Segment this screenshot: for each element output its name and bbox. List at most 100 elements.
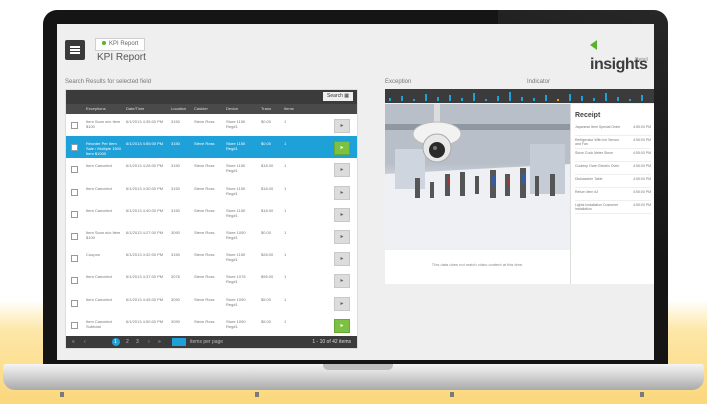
video-caption: This data does not match video content a…: [431, 262, 524, 267]
cell-datetime: 6/1/2013 4:27:00 PM: [126, 230, 164, 235]
page-title: KPI Report: [97, 52, 146, 63]
table-row[interactable]: Item Canceled 6/1/2013 4:28:00 PM 3150 Stev…: [66, 158, 357, 183]
cell-items: 1: [284, 296, 287, 302]
receipt-item: Stove Cook Meter Stove: [575, 151, 613, 155]
exception-label: Exception: [385, 79, 412, 85]
table-row[interactable]: Item Canceled 6/1/2013 4:40:00 PM 3150 Stev…: [66, 202, 357, 227]
table-row[interactable]: Item Canceled 6/1/2013 4:45:00 PM 3090 Stev…: [66, 291, 357, 316]
timeline-bar: [473, 93, 475, 101]
pager-prev-button[interactable]: ‹: [84, 338, 86, 346]
cell-amount: $5.00: [261, 296, 272, 302]
row-play-button[interactable]: ▸: [334, 119, 350, 133]
cell-cashier: Steve Ross: [194, 230, 215, 235]
timeline-bar: [497, 96, 499, 101]
cell-location: 3090: [171, 296, 180, 302]
menu-icon[interactable]: [65, 40, 85, 60]
column-header[interactable]: Items: [284, 104, 294, 114]
app-header: KPI Report KPI Report insights Retail: [57, 24, 654, 74]
row-play-button[interactable]: ▸: [334, 230, 350, 244]
row-play-button[interactable]: ▸: [334, 163, 350, 178]
cell-items: 1: [284, 163, 287, 169]
laptop-base: [3, 364, 704, 390]
timeline-bar: [461, 98, 463, 101]
receipt-title: Receipt: [575, 112, 601, 119]
table-row[interactable]: Item Canceled 6/1/2013 4:30:00 PM 3150 Stev…: [66, 180, 357, 205]
exception-timeline[interactable]: [385, 89, 654, 103]
row-play-button[interactable]: ▸: [334, 252, 350, 267]
pager-page-2[interactable]: 2: [126, 338, 129, 346]
search-button[interactable]: Search ▦: [323, 92, 353, 101]
cell-device: Store 1150 Reg#1: [226, 252, 246, 263]
cell-exception: Item Canceled: [86, 185, 112, 191]
column-header[interactable]: Date/Time: [126, 104, 144, 114]
cell-exception: Item Canceled Subtotal: [86, 318, 112, 329]
timeline-bar: [509, 92, 511, 101]
row-checkbox[interactable]: [71, 188, 78, 196]
timeline-bar: [425, 94, 427, 101]
timeline-bar: [629, 99, 631, 101]
pager-current-label[interactable]: 1: [114, 338, 117, 346]
video-player[interactable]: [385, 104, 570, 250]
table-row[interactable]: Item Scan w/o Item $100 6/1/2013 4:35:00 …: [66, 114, 357, 138]
row-checkbox[interactable]: [71, 122, 78, 129]
pager-next-button[interactable]: ›: [148, 338, 150, 346]
cell-exception: Reorder Per Item Sale / Multiple 1500 It…: [86, 141, 122, 157]
laptop-foot: [60, 392, 64, 397]
timeline-bar: [401, 96, 403, 101]
cell-amount: $95.00: [261, 274, 274, 280]
row-checkbox[interactable]: [71, 321, 78, 329]
pager-last-button[interactable]: »: [158, 338, 161, 346]
cell-device: Store 1150 Reg#1: [226, 207, 246, 218]
table-row[interactable]: Item Canceled 6/1/2013 4:37:00 PM 3076 Stev…: [66, 269, 357, 294]
timeline-bar: [545, 95, 547, 101]
pager-first-button[interactable]: «: [72, 338, 75, 346]
column-header[interactable]: Device: [226, 104, 238, 114]
row-checkbox[interactable]: [71, 210, 78, 218]
row-checkbox[interactable]: [71, 144, 78, 152]
table-row[interactable]: Item Scan w/o Item $100 6/1/2013 4:27:00 …: [66, 225, 357, 249]
cell-exception: Item Scan w/o Item $100: [86, 230, 121, 240]
column-header[interactable]: Exceptions: [86, 104, 106, 114]
row-checkbox[interactable]: [71, 277, 78, 285]
row-play-button[interactable]: ▸: [334, 141, 350, 156]
cell-items: 1: [284, 252, 287, 258]
cell-location: 3150: [171, 185, 180, 191]
breadcrumb[interactable]: KPI Report: [95, 38, 146, 51]
table-row[interactable]: Coupon 6/1/2013 4:32:00 PM 3150 Steve Ross S…: [66, 247, 357, 272]
table-row[interactable]: Reorder Per Item Sale / Multiple 1500 It…: [66, 136, 357, 161]
row-checkbox[interactable]: [71, 299, 78, 307]
timeline-bar: [641, 95, 643, 101]
receipt-time: 4:55:00 PM: [633, 138, 651, 142]
cell-location: 3150: [171, 141, 180, 147]
timeline-bar: [533, 98, 535, 101]
receipt-time: 4:55:00 PM: [633, 177, 651, 181]
column-header[interactable]: Location: [171, 104, 186, 114]
cell-amount: $18.00: [261, 207, 274, 213]
page-size-select[interactable]: [172, 338, 186, 346]
cell-amount: $5.00: [261, 318, 272, 324]
cell-amount: $18.00: [261, 185, 274, 191]
pager: « ‹ 1 2 3 › » items per page 1 - 10 of 4…: [66, 336, 357, 348]
cell-cashier: Steve Ross: [194, 274, 215, 280]
row-play-button[interactable]: ▸: [334, 318, 350, 333]
row-play-button[interactable]: ▸: [334, 185, 350, 200]
pager-page-3[interactable]: 3: [136, 338, 139, 346]
cell-items: 1: [284, 318, 287, 324]
cell-cashier: Steve Ross: [194, 141, 215, 147]
column-header[interactable]: Trans: [261, 104, 271, 114]
cell-exception: Item Canceled: [86, 274, 112, 280]
row-checkbox[interactable]: [71, 233, 78, 240]
receipt-item: Lights Installation Customer Installatio…: [575, 203, 619, 211]
timeline-bar: [581, 96, 583, 101]
row-checkbox[interactable]: [71, 166, 78, 174]
row-play-button[interactable]: ▸: [334, 274, 350, 289]
cell-exception: Coupon: [86, 252, 101, 258]
laptop-foot: [255, 392, 259, 397]
status-dot-icon: [102, 41, 106, 45]
timeline-bar: [389, 98, 391, 101]
column-header[interactable]: Cashier: [194, 104, 208, 114]
row-checkbox[interactable]: [71, 255, 78, 263]
table-row[interactable]: Item Canceled Subtotal 6/1/2013 4:50:00 P…: [66, 313, 357, 338]
row-play-button[interactable]: ▸: [334, 207, 350, 222]
row-play-button[interactable]: ▸: [334, 296, 350, 311]
